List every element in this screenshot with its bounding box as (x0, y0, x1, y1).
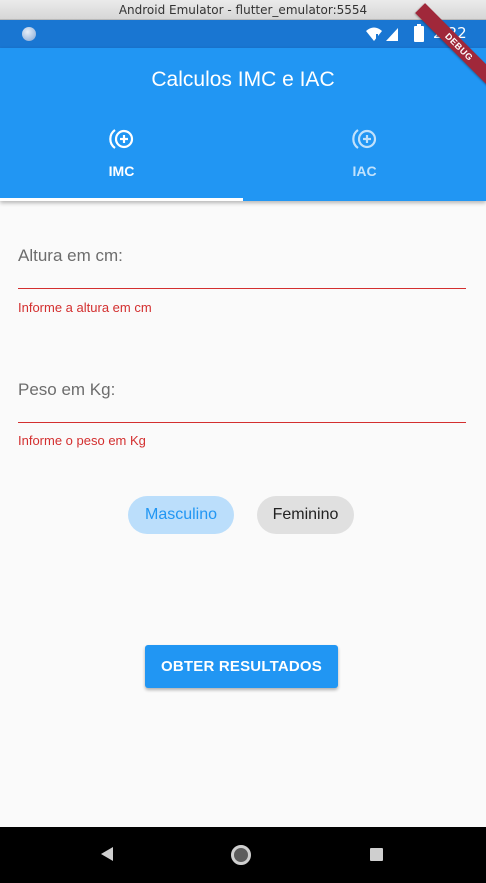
peso-input[interactable] (18, 390, 466, 420)
status-bar: 2:22 (0, 20, 486, 48)
page-title: Calculos IMC e IAC (151, 68, 335, 91)
peso-underline (18, 422, 466, 423)
altura-field[interactable]: Altura em cm: Informe a altura em cm (18, 246, 466, 316)
altura-input[interactable] (18, 256, 466, 286)
tab-indicator (0, 198, 243, 201)
wifi-icon (366, 27, 382, 41)
back-icon[interactable] (99, 846, 115, 862)
home-icon[interactable] (231, 845, 251, 865)
gender-chip-masculino[interactable]: Masculino (128, 496, 234, 534)
tab-imc[interactable]: IMC (0, 126, 243, 201)
window-title: Android Emulator - flutter_emulator:5554 (118, 2, 368, 17)
battery-icon (414, 24, 424, 42)
altura-error: Informe a altura em cm (18, 300, 152, 315)
window-title-bar: Android Emulator - flutter_emulator:5554 (0, 0, 486, 20)
obter-resultados-button[interactable]: OBTER RESULTADOS (145, 645, 338, 688)
tab-label: IMC (108, 163, 135, 179)
add-circle-outline-icon (108, 129, 133, 149)
recent-apps-icon[interactable] (370, 848, 383, 861)
navigation-bar (0, 827, 486, 883)
screen: Android Emulator - flutter_emulator:5554… (0, 0, 486, 883)
peso-field[interactable]: Peso em Kg: Informe o peso em Kg (18, 380, 466, 450)
notification-icon (22, 27, 36, 41)
signal-icon (386, 28, 398, 41)
gender-chip-feminino[interactable]: Feminino (257, 496, 354, 534)
tab-iac[interactable]: IAC (243, 126, 486, 201)
altura-underline (18, 288, 466, 289)
app-bar: Calculos IMC e IAC IMC IAC (0, 48, 486, 201)
tab-label: IAC (352, 163, 377, 179)
add-circle-outline-icon (351, 129, 376, 149)
peso-error: Informe o peso em Kg (18, 433, 146, 448)
